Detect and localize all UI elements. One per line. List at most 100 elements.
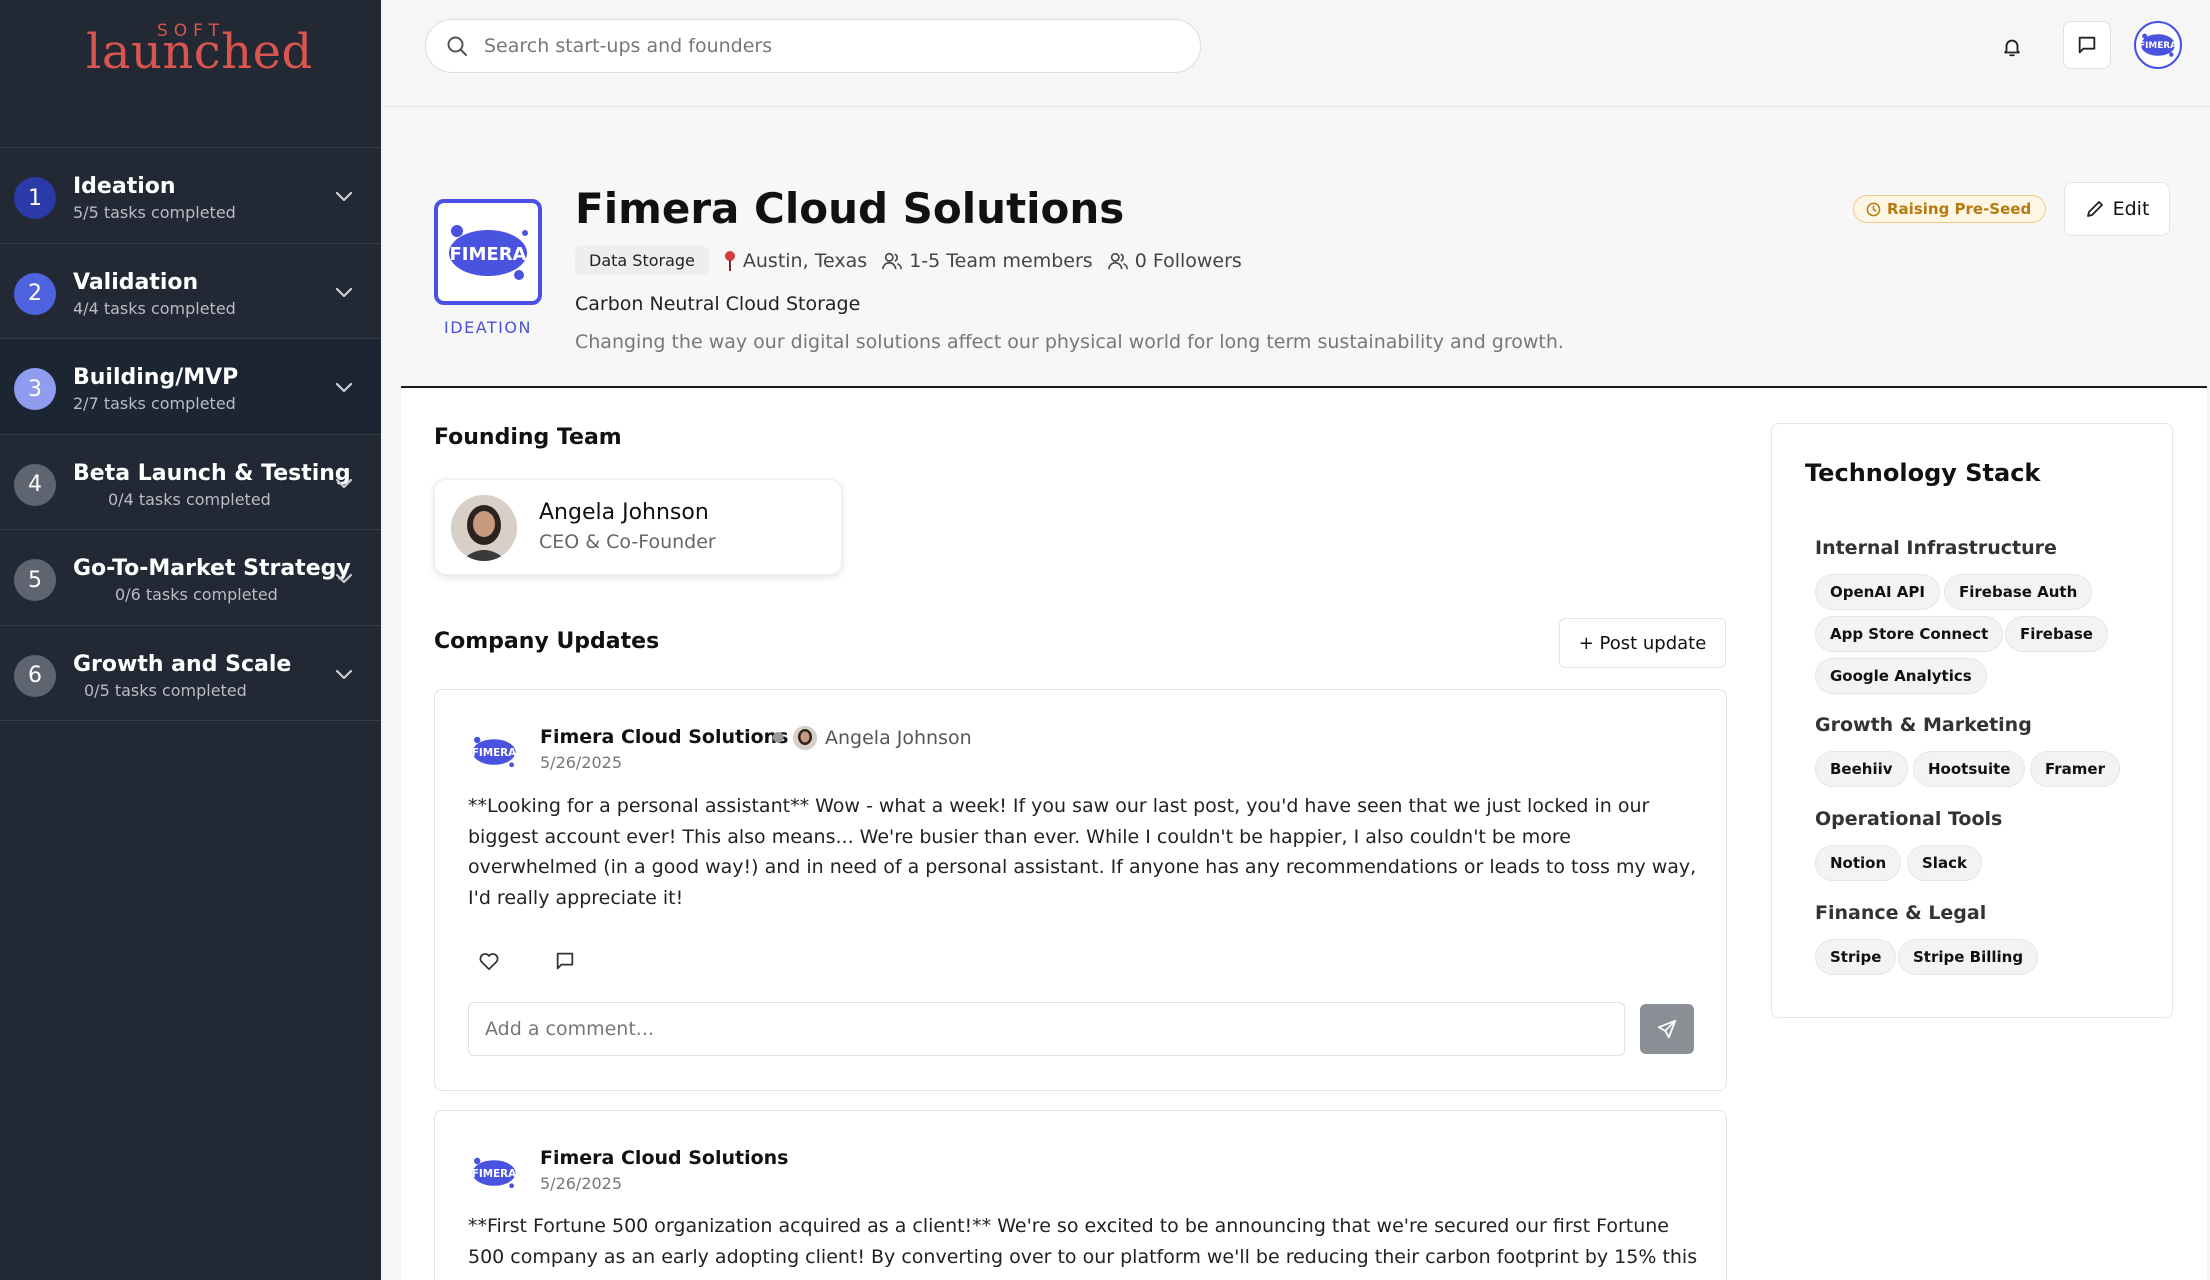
tech-pill[interactable]: Beehiiv — [1815, 751, 1908, 787]
users-icon — [882, 252, 903, 269]
stage-ideation[interactable]: 1 Ideation 5/5 tasks completed — [0, 148, 381, 244]
update-post: FIMERA Fimera Cloud Solutions ● Angela J… — [434, 689, 1727, 1091]
stage-validation[interactable]: 2 Validation 4/4 tasks completed — [0, 244, 381, 339]
post-body: **Looking for a personal assistant** Wow… — [468, 795, 1697, 909]
stage-title: Go-To-Market Strategy — [73, 556, 351, 581]
stage-growth-scale[interactable]: 6 Growth and Scale 0/5 tasks completed — [0, 626, 381, 721]
search-bar[interactable] — [425, 19, 1201, 73]
send-comment-button[interactable] — [1640, 1004, 1694, 1054]
post-update-button[interactable]: + Post update — [1559, 618, 1726, 668]
company-header: FIMERA IDEATION Fimera Cloud Solutions D… — [401, 150, 2207, 388]
location: Austin, Texas — [723, 250, 867, 272]
edit-button[interactable]: Edit — [2064, 182, 2170, 236]
chevron-down-icon[interactable] — [331, 473, 357, 493]
chevron-down-icon[interactable] — [331, 568, 357, 588]
followers[interactable]: 0 Followers — [1107, 250, 1242, 272]
sidebar: SOFT launched 1 Ideation 5/5 tasks compl… — [0, 0, 381, 1280]
person-avatar — [793, 726, 817, 750]
update-post: FIMERA Fimera Cloud Solutions 5/26/2025 … — [434, 1110, 1727, 1280]
post-company-logo: FIMERA — [468, 726, 520, 778]
category-chip[interactable]: Data Storage — [575, 246, 709, 275]
tech-stack-title: Technology Stack — [1805, 459, 2041, 487]
company-tagline: Carbon Neutral Cloud Storage — [575, 293, 861, 315]
top-bar: FIMERA — [381, 0, 2210, 107]
funding-status-badge: Raising Pre-Seed — [1853, 195, 2047, 223]
brand-main: launched — [86, 24, 313, 80]
stage-title: Growth and Scale — [73, 651, 292, 677]
stage-title: Building/MVP — [73, 365, 239, 390]
stage-number: 6 — [14, 654, 56, 697]
svg-text:FIMERA: FIMERA — [472, 1168, 516, 1180]
stage-number: 5 — [14, 559, 56, 601]
stage-progress: 2/7 tasks completed — [73, 394, 236, 413]
post-author[interactable]: Fimera Cloud Solutions — [540, 1147, 789, 1169]
team-size-text: 1-5 Team members — [909, 249, 1093, 272]
tech-category: Operational Tools — [1815, 808, 2003, 830]
tech-pill[interactable]: Stripe — [1815, 939, 1897, 975]
post-person[interactable]: Angela Johnson — [793, 726, 972, 750]
tech-category: Finance & Legal — [1815, 902, 1987, 924]
stage-title: Ideation — [73, 174, 176, 199]
founder-card[interactable]: Angela Johnson CEO & Co-Founder — [434, 479, 842, 575]
tech-pill[interactable]: App Store Connect — [1815, 616, 2004, 652]
stage-number: 1 — [14, 177, 56, 219]
comment-icon — [556, 952, 574, 970]
tech-pill[interactable]: Slack — [1907, 845, 1982, 881]
company-updates-title: Company Updates — [434, 629, 660, 654]
comment-button[interactable] — [552, 948, 578, 974]
tech-pill[interactable]: OpenAI API — [1815, 574, 1940, 610]
tech-pill[interactable]: Firebase — [2005, 616, 2108, 652]
funding-status-text: Raising Pre-Seed — [1887, 200, 2032, 218]
heart-icon — [479, 953, 499, 971]
search-input[interactable] — [484, 35, 1164, 57]
company-logo: FIMERA — [434, 199, 542, 305]
tech-pill[interactable]: Framer — [2030, 751, 2121, 787]
company-logo-icon: FIMERA — [2139, 33, 2177, 57]
stage-go-to-market[interactable]: 5 Go-To-Market Strategy 0/6 tasks comple… — [0, 530, 381, 626]
tech-pill[interactable]: Google Analytics — [1815, 658, 1987, 694]
company-name: Fimera Cloud Solutions — [575, 184, 1125, 233]
stage-progress: 0/5 tasks completed — [84, 680, 247, 700]
chevron-down-icon[interactable] — [331, 186, 357, 206]
notifications-button[interactable] — [1994, 29, 2030, 65]
stage-beta-launch[interactable]: 4 Beta Launch & Testing 0/4 tasks comple… — [0, 435, 381, 530]
post-author[interactable]: Fimera Cloud Solutions — [540, 726, 789, 748]
stage-title: Beta Launch & Testing — [73, 460, 351, 486]
users-icon — [1107, 252, 1128, 269]
map-pin-icon — [724, 250, 735, 271]
chevron-down-icon[interactable] — [331, 664, 357, 684]
tech-category: Internal Infrastructure — [1815, 537, 2057, 559]
like-button[interactable] — [476, 948, 502, 974]
tech-pill[interactable]: Hootsuite — [1913, 751, 2026, 787]
comment-input[interactable] — [468, 1002, 1625, 1056]
tech-pill[interactable]: Notion — [1815, 845, 1902, 881]
tech-pill[interactable]: Firebase Auth — [1944, 574, 2093, 610]
message-icon — [2078, 36, 2096, 54]
company-profile-panel: FIMERA IDEATION Fimera Cloud Solutions D… — [401, 150, 2207, 1280]
stage-progress: 5/5 tasks completed — [73, 203, 236, 222]
company-logo-icon: FIMERA — [472, 736, 516, 768]
company-logo-icon: FIMERA — [472, 1157, 516, 1189]
messages-button[interactable] — [2063, 21, 2111, 69]
tech-pill[interactable]: Stripe Billing — [1898, 939, 2039, 975]
founding-team-title: Founding Team — [434, 425, 622, 450]
person-name: Angela Johnson — [825, 727, 972, 749]
chevron-down-icon[interactable] — [331, 282, 357, 302]
followers-text: 0 Followers — [1134, 249, 1242, 272]
founder-name: Angela Johnson — [539, 500, 709, 525]
tech-category: Growth & Marketing — [1815, 714, 2032, 736]
stage-building-mvp[interactable]: 3 Building/MVP 2/7 tasks completed — [0, 339, 381, 435]
chevron-down-icon[interactable] — [331, 377, 357, 397]
stage-number: 3 — [14, 368, 56, 410]
post-body: **First Fortune 500 organization acquire… — [468, 1215, 1698, 1280]
profile-avatar[interactable]: FIMERA — [2134, 21, 2182, 69]
bell-icon — [2004, 39, 2020, 57]
svg-text:FIMERA: FIMERA — [450, 244, 527, 265]
post-date: 5/26/2025 — [540, 753, 623, 772]
technology-stack-card: Technology Stack Internal Infrastructure… — [1771, 423, 2173, 1018]
stage-number: 2 — [14, 272, 56, 315]
stage-progress: 4/4 tasks completed — [73, 298, 236, 318]
location-text: Austin, Texas — [742, 249, 868, 272]
brand-logo[interactable]: SOFT launched — [0, 0, 381, 148]
founder-avatar — [451, 495, 517, 561]
